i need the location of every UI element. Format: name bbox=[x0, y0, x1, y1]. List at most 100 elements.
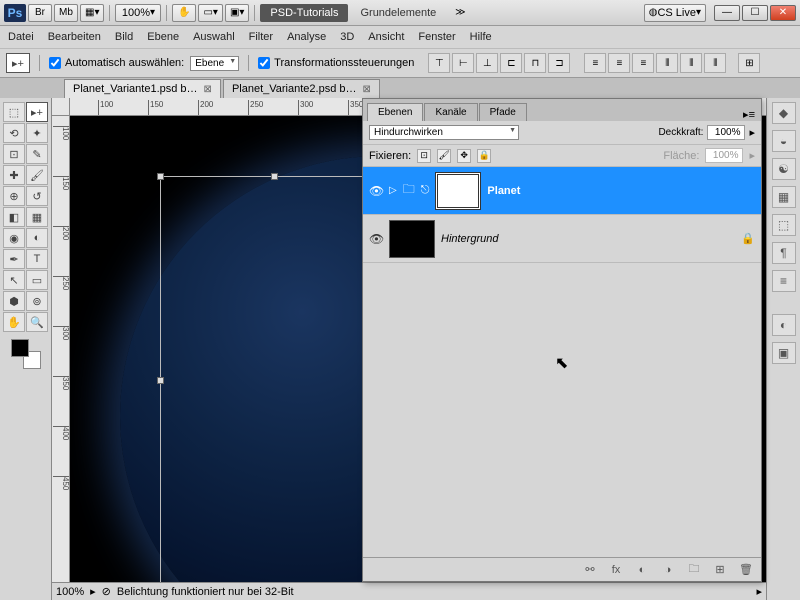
minibridge-button[interactable]: Mb bbox=[54, 4, 78, 22]
status-arrow-icon[interactable]: ▸ bbox=[90, 585, 96, 598]
close-icon[interactable]: ⊠ bbox=[362, 84, 370, 95]
gradient-tool[interactable]: ▦ bbox=[26, 207, 48, 227]
cslive-button[interactable]: ◍ CS Live ▾ bbox=[644, 4, 706, 22]
layer-name[interactable]: Hintergrund bbox=[441, 233, 498, 245]
pen-tool[interactable]: ✒ bbox=[3, 249, 25, 269]
brush-tool[interactable]: 🖌 bbox=[26, 165, 48, 185]
move-tool[interactable]: ▸+ bbox=[26, 102, 48, 122]
close-button[interactable]: ✕ bbox=[770, 5, 796, 21]
lock-all-icon[interactable]: 🔒 bbox=[477, 149, 491, 163]
actions-panel-icon[interactable]: ▣ bbox=[772, 342, 796, 364]
dist-top-icon[interactable]: ≡ bbox=[584, 53, 606, 73]
align-top-icon[interactable]: ⊤ bbox=[428, 53, 450, 73]
view-extras-button[interactable]: ▦▾ bbox=[80, 4, 104, 22]
lock-transparency-icon[interactable]: ⊡ bbox=[417, 149, 431, 163]
paragraph-panel-icon[interactable]: ≡ bbox=[772, 270, 796, 292]
workspace-tab-grund[interactable]: Grundelemente bbox=[350, 4, 446, 22]
opacity-slider-icon[interactable]: ▸ bbox=[749, 126, 755, 139]
transform-handle[interactable] bbox=[271, 173, 278, 180]
swatches-panel-icon[interactable]: ▦ bbox=[772, 186, 796, 208]
visibility-icon[interactable]: 👁 bbox=[369, 184, 383, 198]
menu-fenster[interactable]: Fenster bbox=[418, 31, 455, 43]
close-icon[interactable]: ⊠ bbox=[204, 84, 212, 95]
hand-tool[interactable]: ✋ bbox=[3, 312, 25, 332]
align-right-icon[interactable]: ⊐ bbox=[548, 53, 570, 73]
fill-slider-icon[interactable]: ▸ bbox=[749, 149, 755, 162]
doc-tab-1[interactable]: Planet_Variante1.psd b…⊠ bbox=[64, 79, 221, 98]
maximize-button[interactable]: ☐ bbox=[742, 5, 768, 21]
status-zoom[interactable]: 100% bbox=[56, 586, 84, 598]
expand-panels-icon[interactable]: ◆ bbox=[772, 102, 796, 124]
marquee-tool[interactable]: ⬚ bbox=[3, 102, 25, 122]
lock-pixels-icon[interactable]: 🖌 bbox=[437, 149, 451, 163]
menu-ebene[interactable]: Ebene bbox=[147, 31, 179, 43]
blend-mode-dropdown[interactable]: Hindurchwirken bbox=[369, 125, 519, 140]
bridge-button[interactable]: Br bbox=[28, 4, 52, 22]
dist-bottom-icon[interactable]: ≡ bbox=[632, 53, 654, 73]
menu-hilfe[interactable]: Hilfe bbox=[470, 31, 492, 43]
zoom-tool[interactable]: 🔍 bbox=[26, 312, 48, 332]
path-tool[interactable]: ↖ bbox=[3, 270, 25, 290]
new-group-icon[interactable]: 🗀 bbox=[685, 562, 703, 578]
eyedropper-tool[interactable]: ✎ bbox=[26, 144, 48, 164]
dodge-tool[interactable]: ◐ bbox=[26, 228, 48, 248]
styles-panel-icon[interactable]: ⬚ bbox=[772, 214, 796, 236]
visibility-icon[interactable]: 👁 bbox=[369, 232, 383, 246]
dist-vcenter-icon[interactable]: ≡ bbox=[608, 53, 630, 73]
minimize-button[interactable]: — bbox=[714, 5, 740, 21]
delete-layer-icon[interactable]: 🗑 bbox=[737, 562, 755, 578]
layer-thumbnail[interactable] bbox=[435, 172, 481, 210]
menu-3d[interactable]: 3D bbox=[340, 31, 354, 43]
panel-menu-icon[interactable]: ▸≡ bbox=[737, 108, 761, 121]
layer-name[interactable]: Planet bbox=[487, 185, 520, 197]
dist-hcenter-icon[interactable]: ⫴ bbox=[680, 53, 702, 73]
layer-hintergrund[interactable]: 👁 Hintergrund 🔒 bbox=[363, 215, 761, 263]
menu-analyse[interactable]: Analyse bbox=[287, 31, 326, 43]
menu-bild[interactable]: Bild bbox=[115, 31, 133, 43]
type-tool[interactable]: T bbox=[26, 249, 48, 269]
workspace-tab-psd[interactable]: PSD-Tutorials bbox=[260, 4, 348, 22]
zoom-dropdown[interactable]: 100% ▾ bbox=[115, 4, 161, 22]
doc-tab-2[interactable]: Planet_Variante2.psd b…⊠ bbox=[223, 79, 380, 98]
layer-mask-icon[interactable]: ◐ bbox=[633, 562, 651, 578]
3d-tool[interactable]: ⬢ bbox=[3, 291, 25, 311]
dist-right-icon[interactable]: ⫴ bbox=[704, 53, 726, 73]
tab-ebenen[interactable]: Ebenen bbox=[367, 103, 423, 121]
align-vcenter-icon[interactable]: ⊢ bbox=[452, 53, 474, 73]
current-tool-icon[interactable]: ▸+ bbox=[6, 53, 30, 73]
wand-tool[interactable]: ✦ bbox=[26, 123, 48, 143]
workspace-more-button[interactable]: ≫ bbox=[448, 4, 472, 22]
align-left-icon[interactable]: ⊏ bbox=[500, 53, 522, 73]
auto-select-dropdown[interactable]: Ebene bbox=[190, 56, 239, 71]
menu-datei[interactable]: Datei bbox=[8, 31, 34, 43]
new-layer-icon[interactable]: ⊞ bbox=[711, 562, 729, 578]
layer-fx-icon[interactable]: fx bbox=[607, 562, 625, 578]
lasso-tool[interactable]: ⟲ bbox=[3, 123, 25, 143]
align-bottom-icon[interactable]: ⊥ bbox=[476, 53, 498, 73]
color-swatches[interactable] bbox=[11, 339, 41, 369]
layer-thumbnail[interactable] bbox=[389, 220, 435, 258]
opacity-input[interactable]: 100% bbox=[707, 125, 745, 140]
tab-kanale[interactable]: Kanäle bbox=[424, 103, 477, 121]
menu-filter[interactable]: Filter bbox=[249, 31, 273, 43]
lock-position-icon[interactable]: ✥ bbox=[457, 149, 471, 163]
menu-bearbeiten[interactable]: Bearbeiten bbox=[48, 31, 101, 43]
transform-controls-checkbox[interactable]: Transformationssteuerungen bbox=[258, 57, 414, 69]
color-panel-icon[interactable]: ◒ bbox=[772, 130, 796, 152]
expand-icon[interactable]: ▷ bbox=[389, 185, 397, 196]
dist-left-icon[interactable]: ⫴ bbox=[656, 53, 678, 73]
auto-select-checkbox[interactable]: Automatisch auswählen: bbox=[49, 57, 184, 69]
history-brush-tool[interactable]: ↺ bbox=[26, 186, 48, 206]
align-hcenter-icon[interactable]: ⊓ bbox=[524, 53, 546, 73]
hand-tool-button[interactable]: ✋ bbox=[172, 4, 196, 22]
character-panel-icon[interactable]: ¶ bbox=[772, 242, 796, 264]
transform-bounds[interactable] bbox=[160, 176, 390, 582]
history-panel-icon[interactable]: ◐ bbox=[772, 314, 796, 336]
transform-handle[interactable] bbox=[157, 173, 164, 180]
screen-mode-button[interactable]: ▣▾ bbox=[225, 4, 249, 22]
transform-handle[interactable] bbox=[157, 377, 164, 384]
menu-ansicht[interactable]: Ansicht bbox=[368, 31, 404, 43]
auto-align-icon[interactable]: ⊞ bbox=[738, 53, 760, 73]
healing-tool[interactable]: ✚ bbox=[3, 165, 25, 185]
menu-auswahl[interactable]: Auswahl bbox=[193, 31, 235, 43]
